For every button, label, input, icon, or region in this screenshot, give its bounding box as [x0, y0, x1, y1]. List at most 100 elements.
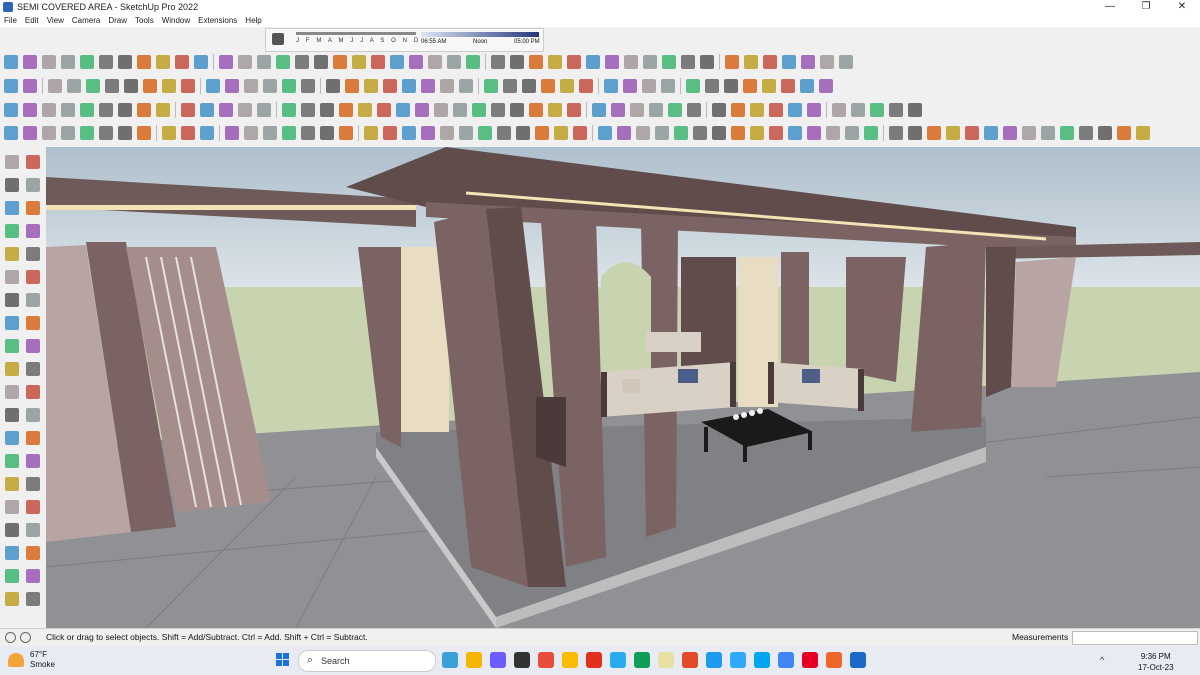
edit-tool-icon[interactable] — [156, 103, 170, 117]
large-tool-icon[interactable] — [26, 569, 40, 583]
taskbar-app-icon[interactable] — [466, 652, 482, 668]
large-tool-icon[interactable] — [5, 385, 19, 399]
edit-tool-icon[interactable] — [301, 103, 315, 117]
weather-widget[interactable]: 67°F Smoke — [8, 650, 55, 670]
plugin-tool-icon[interactable] — [908, 126, 922, 140]
taskbar-app-icon[interactable] — [562, 652, 578, 668]
menu-edit[interactable]: Edit — [21, 16, 43, 25]
standard-tool-icon[interactable] — [206, 79, 220, 93]
edit-tool-icon[interactable] — [339, 103, 353, 117]
plugin-tool-icon[interactable] — [693, 126, 707, 140]
standard-tool-icon[interactable] — [301, 79, 315, 93]
edit-tool-icon[interactable] — [219, 103, 233, 117]
standard-tool-icon[interactable] — [244, 79, 258, 93]
plugin-tool-icon[interactable] — [516, 126, 530, 140]
large-tool-icon[interactable] — [26, 500, 40, 514]
menu-camera[interactable]: Camera — [68, 16, 104, 25]
extension-tool-icon[interactable] — [257, 55, 271, 69]
standard-tool-icon[interactable] — [484, 79, 498, 93]
taskbar-app-icon[interactable] — [754, 652, 770, 668]
large-tool-icon[interactable] — [26, 224, 40, 238]
standard-tool-icon[interactable] — [181, 79, 195, 93]
extension-tool-icon[interactable] — [409, 55, 423, 69]
standard-tool-icon[interactable] — [743, 79, 757, 93]
standard-tool-icon[interactable] — [162, 79, 176, 93]
plugin-tool-icon[interactable] — [535, 126, 549, 140]
geo-location-icon[interactable] — [5, 632, 16, 643]
plugin-tool-icon[interactable] — [674, 126, 688, 140]
edit-tool-icon[interactable] — [731, 103, 745, 117]
extension-tool-icon[interactable] — [371, 55, 385, 69]
edit-tool-icon[interactable] — [510, 103, 524, 117]
standard-tool-icon[interactable] — [819, 79, 833, 93]
plugin-tool-icon[interactable] — [1117, 126, 1131, 140]
plugin-tool-icon[interactable] — [80, 126, 94, 140]
large-tool-icon[interactable] — [5, 408, 19, 422]
extension-tool-icon[interactable] — [586, 55, 600, 69]
edit-tool-icon[interactable] — [750, 103, 764, 117]
extension-tool-icon[interactable] — [567, 55, 581, 69]
edit-tool-icon[interactable] — [453, 103, 467, 117]
taskbar-app-icon[interactable] — [850, 652, 866, 668]
edit-tool-icon[interactable] — [611, 103, 625, 117]
taskbar-app-icon[interactable] — [658, 652, 674, 668]
edit-tool-icon[interactable] — [118, 103, 132, 117]
plugin-tool-icon[interactable] — [807, 126, 821, 140]
standard-tool-icon[interactable] — [604, 79, 618, 93]
standard-tool-icon[interactable] — [23, 79, 37, 93]
standard-tool-icon[interactable] — [402, 79, 416, 93]
shadow-toggle-icon[interactable] — [272, 33, 284, 45]
edit-tool-icon[interactable] — [23, 103, 37, 117]
plugin-tool-icon[interactable] — [118, 126, 132, 140]
plugin-tool-icon[interactable] — [364, 126, 378, 140]
standard-tool-icon[interactable] — [263, 79, 277, 93]
plugin-tool-icon[interactable] — [137, 126, 151, 140]
taskbar-app-icon[interactable] — [682, 652, 698, 668]
plugin-tool-icon[interactable] — [769, 126, 783, 140]
large-tool-icon[interactable] — [5, 224, 19, 238]
plugin-tool-icon[interactable] — [301, 126, 315, 140]
edit-tool-icon[interactable] — [472, 103, 486, 117]
large-tool-icon[interactable] — [5, 431, 19, 445]
large-tool-icon[interactable] — [26, 178, 40, 192]
model-viewport[interactable] — [46, 147, 1200, 628]
plugin-tool-icon[interactable] — [598, 126, 612, 140]
menu-help[interactable]: Help — [241, 16, 265, 25]
plugin-tool-icon[interactable] — [402, 126, 416, 140]
large-tool-icon[interactable] — [5, 546, 19, 560]
plugin-tool-icon[interactable] — [965, 126, 979, 140]
extension-tool-icon[interactable] — [725, 55, 739, 69]
extension-tool-icon[interactable] — [276, 55, 290, 69]
large-tool-icon[interactable] — [5, 247, 19, 261]
plugin-tool-icon[interactable] — [263, 126, 277, 140]
taskbar-app-icon[interactable] — [514, 652, 530, 668]
large-tool-icon[interactable] — [5, 523, 19, 537]
edit-tool-icon[interactable] — [320, 103, 334, 117]
plugin-tool-icon[interactable] — [200, 126, 214, 140]
extension-tool-icon[interactable] — [238, 55, 252, 69]
large-tool-icon[interactable] — [5, 592, 19, 606]
extension-tool-icon[interactable] — [390, 55, 404, 69]
edit-tool-icon[interactable] — [668, 103, 682, 117]
large-tool-icon[interactable] — [5, 454, 19, 468]
menu-tools[interactable]: Tools — [131, 16, 158, 25]
minimize-button[interactable]: — — [1092, 0, 1128, 14]
extension-tool-icon[interactable] — [763, 55, 777, 69]
plugin-tool-icon[interactable] — [99, 126, 113, 140]
extension-tool-icon[interactable] — [219, 55, 233, 69]
extension-tool-icon[interactable] — [605, 55, 619, 69]
standard-tool-icon[interactable] — [661, 79, 675, 93]
large-tool-icon[interactable] — [5, 339, 19, 353]
plugin-tool-icon[interactable] — [162, 126, 176, 140]
standard-tool-icon[interactable] — [345, 79, 359, 93]
edit-tool-icon[interactable] — [567, 103, 581, 117]
large-tool-icon[interactable] — [26, 155, 40, 169]
plugin-tool-icon[interactable] — [478, 126, 492, 140]
extension-tool-icon[interactable] — [820, 55, 834, 69]
large-tool-icon[interactable] — [26, 408, 40, 422]
large-tool-icon[interactable] — [26, 431, 40, 445]
standard-tool-icon[interactable] — [67, 79, 81, 93]
plugin-tool-icon[interactable] — [440, 126, 454, 140]
plugin-tool-icon[interactable] — [750, 126, 764, 140]
edit-tool-icon[interactable] — [358, 103, 372, 117]
